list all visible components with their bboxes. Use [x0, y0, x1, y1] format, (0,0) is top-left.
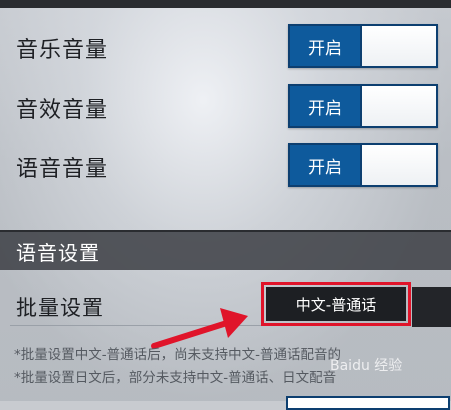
sfx-volume-toggle[interactable]: 开启 [288, 84, 438, 128]
sfx-volume-label: 音效音量 [16, 98, 109, 123]
music-volume-label: 音乐音量 [16, 38, 109, 63]
toggle-knob [362, 86, 436, 126]
toggle-knob [362, 145, 436, 185]
language-option-button[interactable] [412, 287, 451, 327]
section-title: 语音设置 [16, 241, 100, 265]
music-volume-row: 音乐音量 开启 [0, 18, 451, 78]
toggle-on-label: 开启 [290, 86, 362, 126]
note-line-2: *批量设置日文后，部分未支持中文-普通话、日文配音 [14, 370, 337, 386]
toggle-knob [362, 26, 436, 66]
voice-volume-row: 语音音量 开启 [0, 137, 451, 197]
top-bar [0, 0, 451, 8]
voice-volume-label: 语音音量 [16, 157, 109, 182]
batch-setting-label: 批量设置 [16, 296, 104, 320]
toggle-on-label: 开启 [290, 26, 362, 66]
voice-settings-header: 语音设置 [0, 230, 451, 270]
music-volume-toggle[interactable]: 开启 [288, 24, 438, 68]
toggle-on-label: 开启 [290, 145, 362, 185]
note-line-1: *批量设置中文-普通话后，尚未支持中文-普通话配音的 [14, 347, 341, 363]
voice-volume-toggle[interactable]: 开启 [288, 143, 438, 187]
chinese-mandarin-button[interactable]: 中文-普通话 [261, 282, 411, 326]
watermark: Baidu 经验 [330, 358, 403, 374]
next-setting-box[interactable] [286, 396, 450, 410]
sfx-volume-row: 音效音量 开启 [0, 78, 451, 138]
